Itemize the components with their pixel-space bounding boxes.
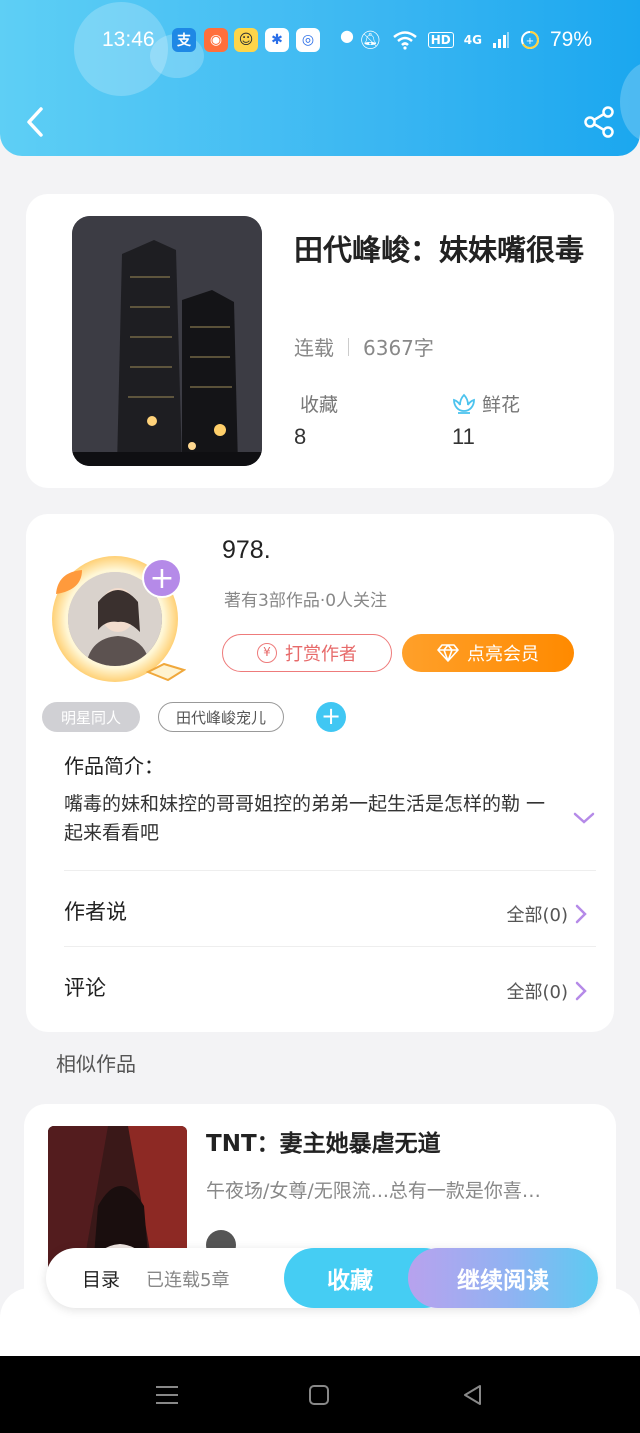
intro-text: 嘴毒的妹和妹控的哥哥姐控的弟弟一起生活是怎样的勒 一起来看看吧	[64, 793, 546, 844]
add-tag-button[interactable]: +	[316, 702, 346, 732]
tip-author-label: 打赏作者	[285, 644, 357, 665]
app-face-icon: ☺	[234, 28, 258, 52]
follow-author-button[interactable]: +	[142, 558, 182, 598]
flowers-label: 鲜花	[482, 394, 521, 416]
similar-book-title[interactable]: TNT：妻主她暴虐无道	[206, 1124, 441, 1158]
tag-topic[interactable]: 田代峰峻宠儿	[158, 702, 284, 732]
status-bar: 13:46 支 ◉ ☺ ✱ ◎ ● 🔕︎ HD 4G + 79%	[0, 24, 640, 58]
flowers-label-wrap: 鲜花	[452, 390, 520, 417]
bottom-action-bar: 目录 已连载5章 收藏 继续阅读	[46, 1248, 598, 1308]
author-says-all-link[interactable]: 全部(0)	[507, 901, 589, 927]
header-bar: 13:46 支 ◉ ☺ ✱ ◎ ● 🔕︎ HD 4G + 79%	[0, 0, 640, 156]
svg-text:+: +	[526, 36, 534, 47]
status-time: 13:46	[102, 28, 155, 51]
system-nav-bar	[0, 1356, 640, 1433]
wifi-icon	[392, 31, 417, 50]
book-meta: 连载 6367字	[294, 332, 434, 361]
signal-bars-icon	[492, 32, 509, 48]
favorites-label: 收藏	[300, 394, 339, 416]
comments-label: 评论	[64, 976, 106, 1000]
book-status: 连载	[294, 336, 334, 360]
author-name[interactable]: 978.	[222, 536, 271, 565]
tag-category[interactable]: 明星同人	[42, 702, 140, 732]
vip-button[interactable]: 点亮会员	[402, 634, 574, 672]
author-says-label: 作者说	[64, 900, 127, 924]
author-card: + 978. 著有3部作品·0人关注 ¥ 打赏作者 点亮会员 明星同人 田代峰峻…	[26, 514, 614, 1032]
expand-chevron-icon[interactable]	[572, 810, 596, 826]
vip-label: 点亮会员	[467, 644, 539, 665]
book-word-count: 6367字	[363, 336, 434, 360]
mute-icon: 🔕︎	[358, 29, 382, 51]
similar-book-desc: 午夜场/女尊/无限流...总有一款是你喜…	[206, 1180, 541, 1202]
leaf-decor-icon	[56, 570, 82, 594]
hd-icon: HD	[427, 32, 454, 48]
menu-icon[interactable]	[154, 1382, 180, 1408]
back-nav-icon[interactable]	[460, 1382, 486, 1408]
signal-icon: 4G	[463, 33, 482, 47]
author-says-count: 全部(0)	[506, 905, 569, 926]
share-icon	[584, 106, 614, 138]
chevron-right-icon	[575, 904, 587, 924]
alipay-icon: 支	[172, 28, 196, 52]
home-icon[interactable]	[306, 1382, 332, 1408]
coin-icon: ¥	[257, 643, 277, 663]
decor-bubble	[620, 62, 640, 142]
comments-count: 全部(0)	[506, 982, 569, 1003]
divider	[64, 870, 596, 871]
share-button[interactable]	[582, 104, 618, 140]
divider	[64, 946, 596, 947]
intro-label: 作品简介：	[64, 754, 164, 778]
flower-icon	[453, 393, 475, 414]
continue-reading-button[interactable]: 继续阅读	[408, 1248, 598, 1308]
app-circle-icon: ◎	[296, 28, 320, 52]
cover-image	[72, 216, 262, 466]
similar-section-title: 相似作品	[56, 1052, 136, 1076]
battery-icon: +	[520, 31, 539, 49]
chevron-right-icon	[575, 981, 587, 1001]
dot-icon: ●	[340, 26, 354, 45]
chevron-left-icon	[27, 107, 43, 137]
flowers-value: 11	[452, 424, 475, 449]
diamond-icon	[437, 644, 459, 662]
toc-button[interactable]: 目录	[82, 1265, 120, 1292]
baidu-icon: ✱	[265, 28, 289, 52]
book-cover[interactable]	[72, 216, 262, 466]
book-decor-icon	[146, 662, 186, 682]
tip-author-button[interactable]: ¥ 打赏作者	[222, 634, 392, 672]
back-button[interactable]	[20, 102, 50, 142]
taobao-icon: ◉	[204, 28, 228, 52]
battery-level: 79%	[549, 28, 592, 51]
comments-all-link[interactable]: 全部(0)	[507, 978, 589, 1004]
favorites-value: 8	[294, 424, 307, 449]
book-title: 田代峰峻：妹妹嘴很毒	[294, 233, 585, 267]
chapter-count: 已连载5章	[146, 1270, 230, 1291]
meta-divider	[348, 337, 349, 356]
book-info-card: 田代峰峻：妹妹嘴很毒 连载 6367字 收藏 8 鲜花 11	[26, 194, 614, 488]
author-summary: 著有3部作品·0人关注	[224, 591, 388, 611]
